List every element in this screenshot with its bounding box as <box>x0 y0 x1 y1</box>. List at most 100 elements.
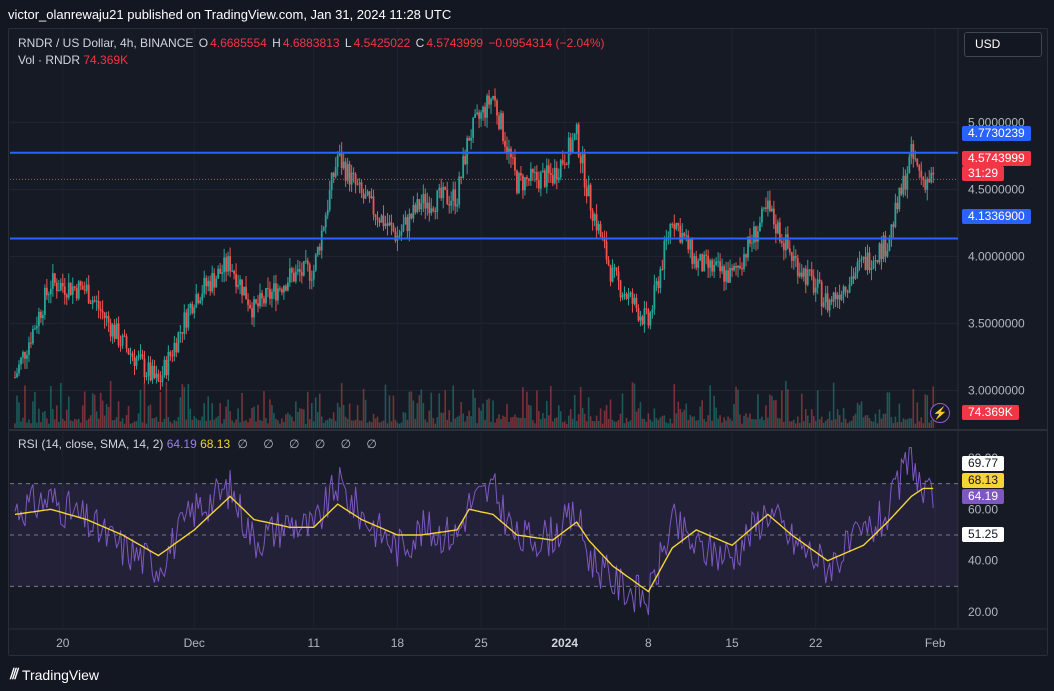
candle-body <box>247 299 249 305</box>
volume-bar <box>514 414 516 428</box>
volume-bar <box>358 420 361 428</box>
candle-body <box>324 215 327 228</box>
volume-bar <box>767 417 769 428</box>
volume-bar <box>707 415 709 428</box>
volume-bar <box>793 419 795 428</box>
candle-body <box>53 273 56 283</box>
volume-bar <box>583 413 586 428</box>
candle-body <box>239 279 241 286</box>
candle-body <box>300 271 303 276</box>
candle-body <box>406 217 409 232</box>
candle-body <box>637 308 640 321</box>
candle-body <box>645 308 648 310</box>
volume-bar <box>65 409 68 428</box>
candle-body <box>892 224 895 227</box>
volume-bar <box>645 421 648 428</box>
volume-bar <box>850 420 853 428</box>
candle-body <box>627 293 630 299</box>
rsi-sma-badge: 68.13 <box>962 473 1005 488</box>
candle-body <box>281 289 283 293</box>
date-tick-label: 8 <box>645 636 652 650</box>
candle-body <box>818 279 821 282</box>
lightning-icon[interactable]: ⚡ <box>930 403 950 423</box>
volume-bar <box>619 413 622 428</box>
currency-button[interactable]: USD <box>964 32 1042 57</box>
candle-body <box>34 328 36 330</box>
candle-body <box>520 173 522 176</box>
volume-bar <box>227 399 229 428</box>
candle-body <box>834 292 837 300</box>
chart-canvas[interactable]: 5.00000004.50000004.00000003.50000003.00… <box>0 0 1054 691</box>
volume-bar <box>637 408 640 428</box>
candle-body <box>894 202 897 227</box>
candle-body <box>400 231 403 236</box>
candle-body <box>197 294 200 303</box>
volume-bar <box>643 418 646 428</box>
candle-body <box>386 223 389 226</box>
candle-body <box>693 255 696 264</box>
volume-legend[interactable]: Vol · RNDR 74.369K <box>18 53 128 67</box>
volume-bar <box>890 417 893 428</box>
volume-bar <box>54 419 56 428</box>
candle-body <box>482 106 484 113</box>
volume-bar <box>605 405 608 428</box>
volume-bar <box>806 415 809 428</box>
symbol-legend[interactable]: RNDR / US Dollar, 4h, BINANCE O 4.6685554… <box>18 36 607 50</box>
candle-body <box>729 267 731 283</box>
volume-bar <box>316 412 319 428</box>
candle-body <box>565 164 568 166</box>
candle-body <box>774 224 777 234</box>
upper-level-badge[interactable]: 4.7730239 <box>962 126 1031 141</box>
candle-body <box>149 362 152 381</box>
candle-body <box>478 112 480 119</box>
candle-body <box>195 294 198 308</box>
candle-body <box>83 289 86 291</box>
candle-body <box>812 276 815 293</box>
volume-bar <box>808 423 811 428</box>
volume-bar <box>131 422 134 428</box>
date-tick-label: 20 <box>56 636 70 650</box>
candle-body <box>129 353 132 355</box>
candle-body <box>663 240 666 270</box>
candle-body <box>75 287 78 299</box>
lower-level-badge[interactable]: 4.1336900 <box>962 209 1031 224</box>
candle-body <box>772 208 775 225</box>
volume-bar <box>876 423 879 428</box>
volume-bar <box>673 384 676 428</box>
candle-body <box>410 213 413 219</box>
candle-body <box>514 157 516 171</box>
volume-bar <box>585 421 588 428</box>
volume-bar <box>249 418 251 428</box>
candle-body <box>759 222 761 232</box>
volume-bar <box>386 423 389 428</box>
candle-body <box>613 267 616 269</box>
volume-bar <box>647 413 650 428</box>
candle-body <box>814 287 817 293</box>
candle-body <box>368 191 371 198</box>
volume-bar <box>157 421 160 428</box>
volume-bar <box>201 416 204 428</box>
candle-body <box>577 124 580 157</box>
candle-body <box>237 285 239 287</box>
candle-body <box>826 293 829 311</box>
volume-bar <box>24 385 26 428</box>
volume-bar <box>271 404 273 428</box>
candle-body <box>79 281 82 286</box>
volume-bar <box>828 411 831 428</box>
tradingview-wordmark: TradingView <box>21 666 99 683</box>
volume-bar <box>22 417 24 428</box>
candle-body <box>739 265 741 269</box>
candle-body <box>522 175 524 191</box>
candle-body <box>874 260 877 262</box>
candle-body <box>595 214 598 231</box>
candle-body <box>259 293 261 307</box>
candle-body <box>651 309 654 313</box>
volume-bar <box>456 416 458 428</box>
volume-bar <box>609 399 612 428</box>
volume-bar <box>406 419 409 428</box>
volume-bar <box>697 420 699 428</box>
volume-bar <box>60 382 62 428</box>
rsi-legend[interactable]: RSI (14, close, SMA, 14, 2) 64.19 68.13 … <box>18 437 383 451</box>
volume-bar <box>470 416 472 428</box>
volume-bar <box>346 418 349 428</box>
